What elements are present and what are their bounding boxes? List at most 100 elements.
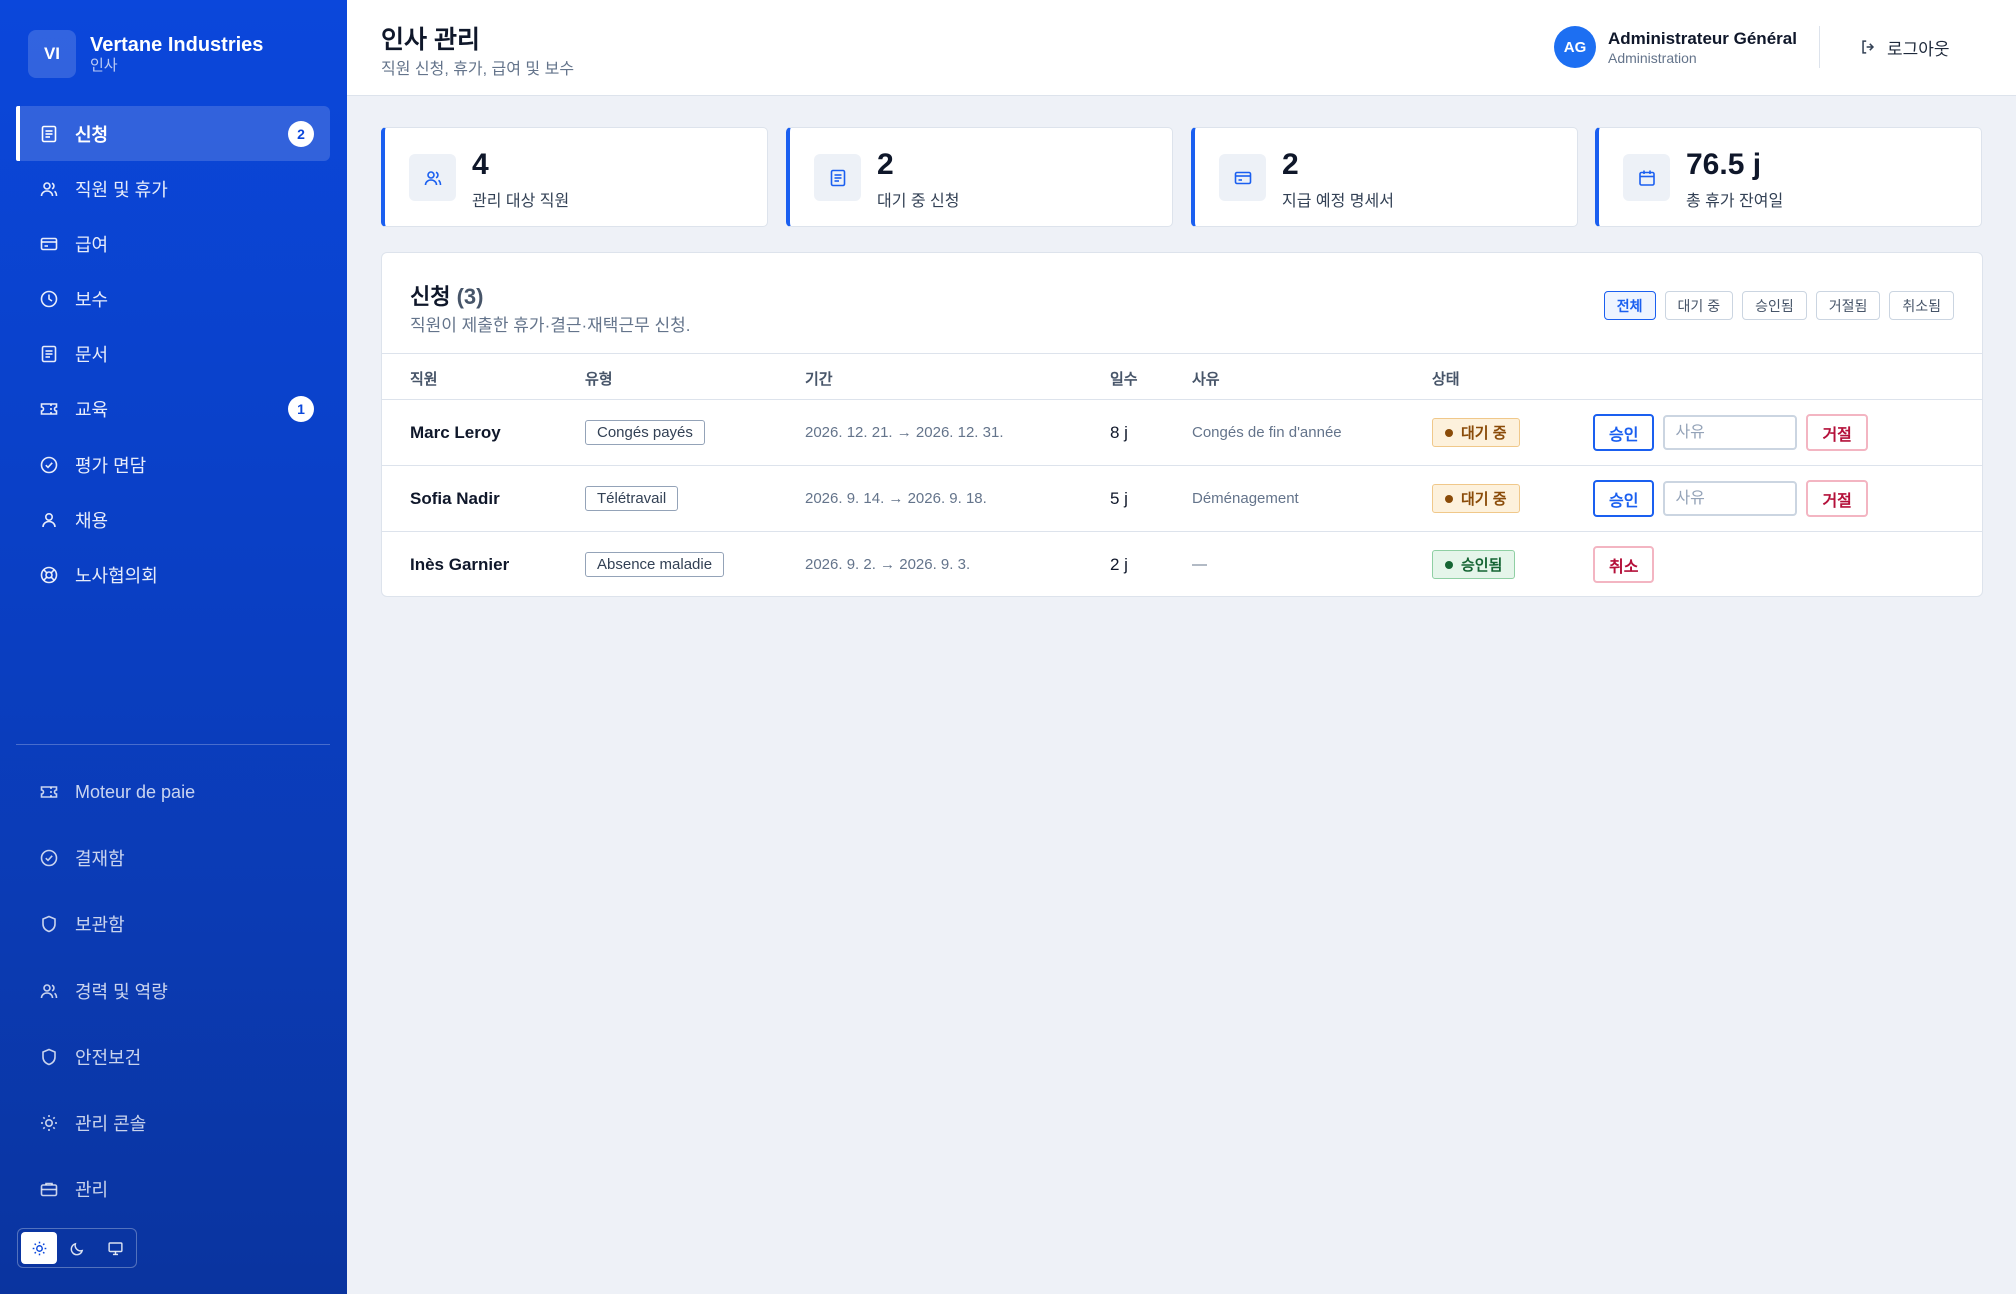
sidebar-item-health-safety[interactable]: 안전보건 bbox=[16, 1024, 330, 1090]
period: 2026. 9. 2. → 2026. 9. 3. bbox=[805, 556, 971, 573]
card-icon bbox=[1219, 154, 1266, 201]
sidebar-item-label: 문서 bbox=[75, 345, 109, 366]
sun-icon bbox=[39, 1113, 59, 1133]
sidebar-item-admin-console[interactable]: 관리 콘솔 bbox=[16, 1090, 330, 1156]
theme-switcher bbox=[17, 1228, 137, 1268]
row-actions: 승인 거절 bbox=[1593, 400, 1868, 465]
reject-reason-input[interactable] bbox=[1663, 415, 1798, 450]
reject-reason-input[interactable] bbox=[1663, 481, 1798, 516]
sidebar-item-label: 관리 bbox=[75, 1180, 109, 1201]
type-cell: Congés payés bbox=[585, 400, 705, 465]
theme-system-button[interactable] bbox=[97, 1232, 133, 1264]
document-icon bbox=[39, 344, 59, 364]
filter-cancelled[interactable]: 취소됨 bbox=[1889, 291, 1954, 320]
monitor-icon bbox=[107, 1240, 124, 1257]
sidebar-item-label: 급여 bbox=[75, 234, 109, 255]
stat-value: 2 bbox=[877, 148, 894, 181]
type-cell: Télétravail bbox=[585, 466, 679, 531]
sidebar-item-label: 관리 콘솔 bbox=[75, 1113, 147, 1134]
logout-button[interactable]: 로그아웃 bbox=[1859, 32, 1950, 62]
document-icon bbox=[39, 124, 59, 144]
sidebar-item-label: 경력 및 역량 bbox=[75, 981, 168, 1002]
sidebar-item-label: Moteur de paie bbox=[75, 781, 196, 802]
column-header: 일수 bbox=[1110, 371, 1138, 388]
ticket-icon bbox=[39, 399, 59, 419]
sidebar-item-label: 교육 bbox=[75, 400, 109, 421]
logout-icon bbox=[1859, 38, 1877, 56]
filter-pending[interactable]: 대기 중 bbox=[1664, 291, 1734, 320]
user-menu[interactable]: AG Administrateur Général Administration bbox=[1554, 26, 1797, 68]
sun-icon bbox=[31, 1240, 48, 1257]
brand-text: Vertane Industries 인사 bbox=[90, 33, 263, 75]
status-dot bbox=[1445, 560, 1453, 569]
status-label: 승인됨 bbox=[1461, 557, 1503, 574]
user-name: Administrateur Général bbox=[1608, 28, 1797, 48]
sidebar-badge: 2 bbox=[288, 120, 314, 147]
card-icon bbox=[39, 234, 59, 254]
sidebar-item-label: 채용 bbox=[75, 510, 109, 531]
cancel-button[interactable]: 취소 bbox=[1593, 546, 1655, 583]
panel-title-count: (3) bbox=[456, 284, 484, 309]
employee-name: Sofia Nadir bbox=[410, 488, 500, 508]
table-row: Marc Leroy Congés payés 2026. 12. 21. → … bbox=[382, 400, 1982, 466]
filter-rejected[interactable]: 거절됨 bbox=[1815, 291, 1881, 320]
sidebar-item-administration[interactable]: 관리 bbox=[16, 1156, 330, 1222]
sidebar-item-label: 보관함 bbox=[75, 915, 125, 936]
filter-approved[interactable]: 승인됨 bbox=[1742, 291, 1807, 320]
reject-button[interactable]: 거절 bbox=[1806, 480, 1868, 517]
stat-label: 지급 예정 명세서 bbox=[1282, 193, 1394, 210]
status-badge: 승인됨 bbox=[1432, 550, 1516, 579]
shield-icon bbox=[39, 914, 59, 934]
sidebar-item-careers-skills[interactable]: 경력 및 역량 bbox=[16, 958, 330, 1024]
theme-dark-button[interactable] bbox=[59, 1232, 95, 1264]
type-tag: Télétravail bbox=[585, 486, 679, 511]
briefcase-icon bbox=[39, 1179, 59, 1199]
stat-value: 4 bbox=[472, 148, 489, 181]
sidebar-item-works-council[interactable]: 노사협의회 bbox=[16, 548, 330, 603]
sidebar-item-reviews[interactable]: 평가 면담 bbox=[16, 437, 330, 492]
check-circle-icon bbox=[39, 455, 59, 475]
column-header: 기간 bbox=[805, 371, 833, 388]
stat-card-pending-requests: 2 대기 중 신청 bbox=[786, 127, 1173, 227]
sidebar-item-training[interactable]: 교육 1 bbox=[16, 382, 330, 437]
column-header: 상태 bbox=[1432, 371, 1460, 388]
sidebar-badge: 1 bbox=[288, 396, 314, 423]
panel-title-text: 신청 bbox=[410, 284, 451, 309]
status-cell: 대기 중 bbox=[1432, 466, 1520, 531]
shield-icon bbox=[39, 1047, 59, 1067]
filter-all[interactable]: 전체 bbox=[1603, 291, 1656, 320]
reason: — bbox=[1192, 556, 1207, 573]
sidebar-item-compensation[interactable]: 보수 bbox=[16, 272, 330, 327]
check-circle-icon bbox=[39, 848, 59, 868]
row-actions: 취소 bbox=[1593, 532, 1655, 596]
sidebar-item-approvals[interactable]: 결재함 bbox=[16, 825, 330, 891]
brand-name: Vertane Industries bbox=[90, 34, 264, 56]
logout-label: 로그아웃 bbox=[1887, 39, 1950, 59]
sidebar-item-documents[interactable]: 문서 bbox=[16, 327, 330, 382]
status-dot bbox=[1445, 428, 1453, 437]
reject-button[interactable]: 거절 bbox=[1806, 414, 1868, 451]
stat-card-payslips: 2 지급 예정 명세서 bbox=[1191, 127, 1578, 227]
table-row: Sofia Nadir Télétravail 2026. 9. 14. → 2… bbox=[382, 466, 1982, 532]
status-badge: 대기 중 bbox=[1432, 418, 1520, 447]
approve-button[interactable]: 승인 bbox=[1593, 480, 1655, 517]
user-icon bbox=[39, 510, 59, 530]
sidebar-item-payroll[interactable]: 급여 bbox=[16, 216, 330, 271]
document-icon bbox=[814, 154, 861, 201]
panel-subtitle: 직원이 제출한 휴가·결근·재택근무 신청. bbox=[410, 316, 691, 335]
sidebar-item-requests[interactable]: 신청 2 bbox=[16, 106, 330, 161]
calendar-icon bbox=[1623, 154, 1670, 201]
sidebar-item-vault[interactable]: 보관함 bbox=[16, 891, 330, 957]
sidebar-item-label: 직원 및 휴가 bbox=[75, 179, 168, 200]
theme-light-button[interactable] bbox=[21, 1232, 57, 1264]
brand[interactable]: VI Vertane Industries 인사 bbox=[28, 30, 263, 78]
sidebar-item-payroll-engine[interactable]: Moteur de paie bbox=[16, 759, 330, 825]
sidebar-item-recruiting[interactable]: 채용 bbox=[16, 492, 330, 547]
approve-button[interactable]: 승인 bbox=[1593, 414, 1655, 451]
reason: Déménagement bbox=[1192, 490, 1299, 507]
sidebar-item-employees-leave[interactable]: 직원 및 휴가 bbox=[16, 161, 330, 216]
period: 2026. 12. 21. → 2026. 12. 31. bbox=[805, 424, 1004, 441]
panel-title: 신청 (3) bbox=[410, 279, 484, 311]
table-header: 직원 유형 기간 일수 사유 상태 bbox=[382, 353, 1982, 400]
sidebar-item-label: 평가 면담 bbox=[75, 455, 147, 476]
